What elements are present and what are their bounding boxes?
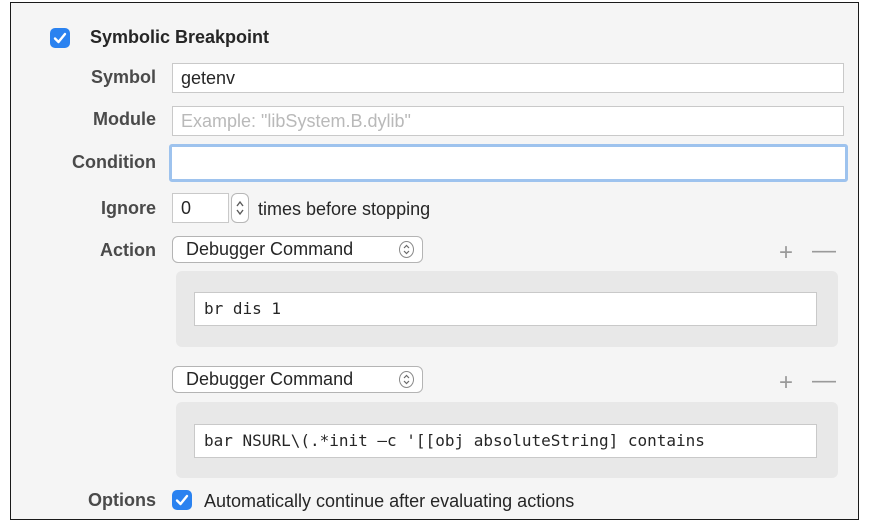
symbol-field[interactable]: getenv — [172, 63, 844, 93]
auto-continue-label: Automatically continue after evaluating … — [204, 491, 575, 511]
stepper-icon — [236, 200, 244, 216]
checkmark-icon — [53, 32, 67, 44]
condition-field[interactable] — [169, 144, 848, 182]
options-label: Options — [88, 490, 156, 510]
action-label: Action — [100, 240, 156, 260]
remove-action-button-1[interactable]: — — [812, 239, 836, 263]
ignore-suffix: times before stopping — [258, 199, 431, 219]
debugger-command-field-1[interactable]: br dis 1 — [194, 292, 817, 326]
chevron-updown-icon — [399, 241, 414, 258]
ignore-count-field[interactable]: 0 — [172, 193, 229, 223]
add-action-button-2[interactable]: + — [779, 371, 793, 395]
breakpoint-enabled-checkbox[interactable] — [50, 28, 70, 48]
action-type-popup-2[interactable]: Debugger Command — [172, 366, 423, 393]
condition-label: Condition — [72, 152, 156, 172]
module-field[interactable]: Example: "libSystem.B.dylib" — [172, 106, 844, 136]
chevron-updown-icon — [399, 371, 414, 388]
debugger-command-field-2[interactable]: bar NSURL\(.*init —c '[[obj absoluteStri… — [194, 424, 817, 458]
module-label: Module — [93, 109, 156, 129]
checkmark-icon — [175, 494, 189, 506]
breakpoint-editor-panel: Symbolic Breakpoint Symbol getenv Module… — [10, 2, 859, 520]
action-type-label: Debugger Command — [186, 369, 354, 389]
symbol-label: Symbol — [90, 67, 156, 87]
add-action-button-1[interactable]: + — [779, 241, 793, 265]
ignore-stepper[interactable] — [231, 193, 249, 223]
remove-action-button-2[interactable]: — — [812, 369, 836, 393]
breakpoint-title: Symbolic Breakpoint — [90, 27, 270, 47]
ignore-label: Ignore — [100, 198, 156, 218]
action-type-popup-1[interactable]: Debugger Command — [172, 236, 423, 263]
action-type-label: Debugger Command — [186, 239, 354, 259]
auto-continue-checkbox[interactable] — [172, 490, 192, 510]
